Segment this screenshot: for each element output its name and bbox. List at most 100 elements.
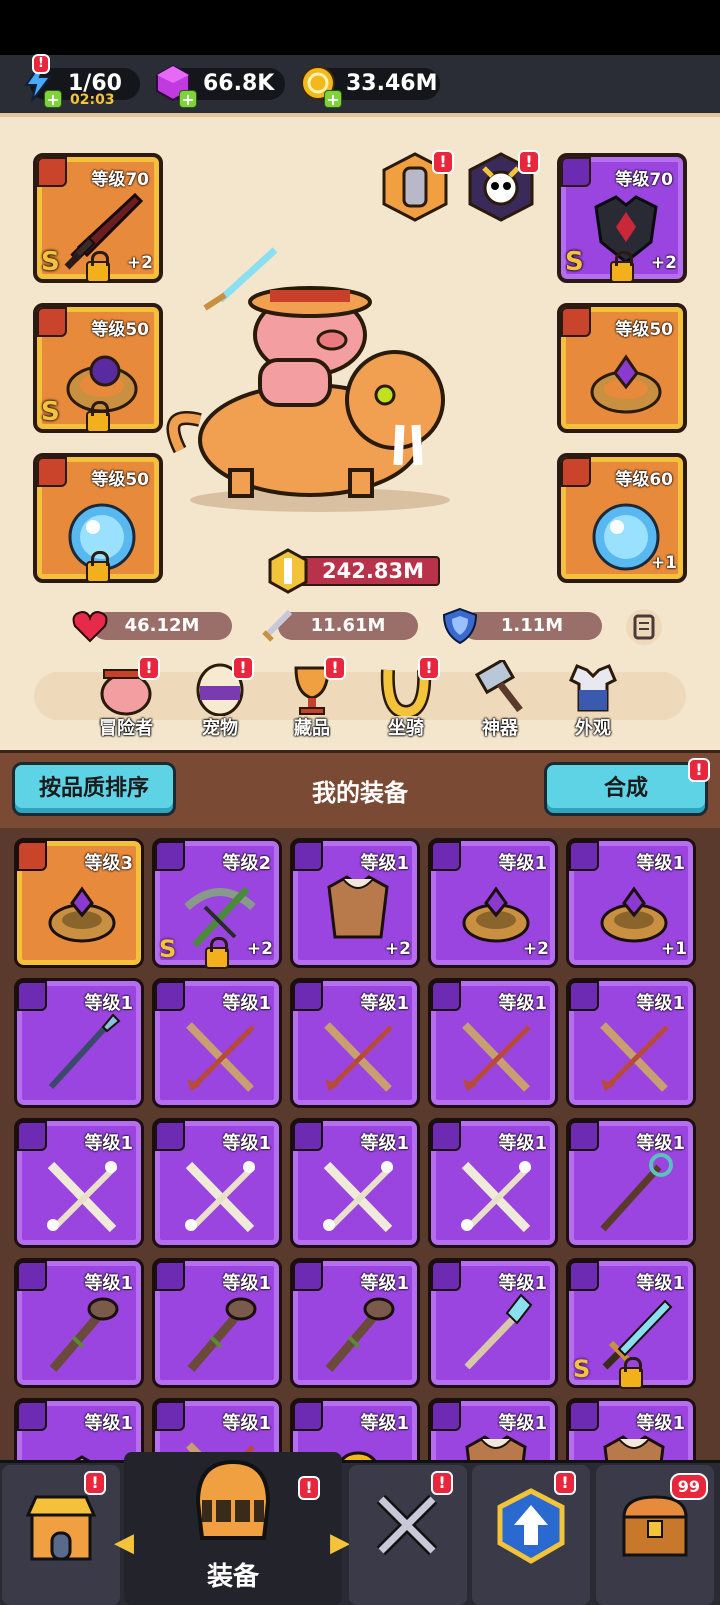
inventory-item[interactable]: 等级1 +2	[290, 838, 420, 968]
item-level: 等级1	[84, 1413, 133, 1434]
club-icon	[187, 1297, 257, 1372]
inventory-item[interactable]: 等级1	[290, 1118, 420, 1248]
defense-stat: 1.11M	[442, 607, 602, 645]
tab-equipment[interactable]: 装备 ◀ ▶ !	[114, 1452, 350, 1605]
tab-alert-badge: !	[298, 1476, 320, 1500]
tab-alert-badge: !	[431, 1471, 453, 1495]
lock-icon	[86, 251, 110, 283]
item-plus: +2	[246, 939, 273, 959]
equip-slot-armor[interactable]: 等级70 S +2	[557, 153, 687, 283]
item-level: 等级1	[498, 1133, 547, 1154]
inventory-item[interactable]: 等级1	[14, 1118, 144, 1248]
equip-slot-ring[interactable]: 等级50 S	[33, 303, 163, 433]
item-level: 等级1	[84, 993, 133, 1014]
gem-value: 66.8K	[203, 71, 275, 96]
item-level: 等级1	[360, 1133, 409, 1154]
nav-alert-badge: !	[138, 656, 160, 680]
nav-alert-badge: !	[324, 656, 346, 680]
inventory-item[interactable]: 等级1	[428, 1118, 558, 1248]
item-level: 等级1	[360, 1413, 409, 1434]
chevron-left-icon[interactable]: ◀	[114, 1528, 134, 1558]
equip-slot-weapon[interactable]: 等级70 S +2	[33, 153, 163, 283]
inventory-item[interactable]: 等级1	[290, 978, 420, 1108]
inventory-item[interactable]: 等级1	[566, 1398, 696, 1460]
item-level: 等级1	[222, 1133, 271, 1154]
nav-adventurer[interactable]: 冒险者 !	[86, 656, 166, 740]
item-level: 等级1	[222, 1273, 271, 1294]
lock-icon	[86, 551, 110, 583]
bow-icon	[600, 1022, 669, 1092]
nav-collection[interactable]: 藏品 !	[272, 656, 352, 740]
inventory-item[interactable]: 等级1	[152, 1118, 282, 1248]
inventory-item[interactable]: 等级1	[14, 1398, 144, 1460]
merge-button[interactable]: 合成	[544, 762, 708, 816]
chest-count-badge: 99	[669, 1473, 708, 1500]
hero-on-tiger-mount	[166, 247, 450, 512]
add-gems-button[interactable]: +	[179, 90, 197, 108]
nav-mount[interactable]: 坐骑 !	[366, 656, 446, 740]
item-level: 等级1	[636, 1133, 685, 1154]
inventory-item[interactable]: 等级1	[428, 1258, 558, 1388]
hp-value: 46.12M	[124, 615, 200, 636]
inventory-item[interactable]: 等级3	[14, 838, 144, 968]
lock-icon	[610, 251, 634, 283]
bonebow-icon	[47, 1161, 118, 1233]
equip-slot-necklace-2[interactable]: 等级60 +1	[557, 453, 687, 583]
item-level: 等级1	[84, 1133, 133, 1154]
club-icon	[49, 1297, 119, 1372]
nav-label: 冒险者	[99, 718, 153, 739]
equip-slot-ring-2[interactable]: 等级50	[557, 303, 687, 433]
inventory-item[interactable]: 等级1	[290, 1398, 420, 1460]
tab-upgrade[interactable]: !	[472, 1465, 590, 1605]
equip-slot-necklace[interactable]: 等级50	[33, 453, 163, 583]
nav-alert-badge: !	[232, 656, 254, 680]
add-gold-button[interactable]: +	[324, 90, 342, 108]
grade-s-label: S	[41, 397, 60, 427]
nav-appearance[interactable]: 外观	[553, 660, 633, 740]
tab-label: 装备	[206, 1562, 259, 1592]
item-plus: +2	[522, 939, 549, 959]
item-level: 等级2	[222, 853, 271, 874]
inventory-item[interactable]: 等级1	[566, 978, 696, 1108]
inventory-item[interactable]: 等级1	[428, 1398, 558, 1460]
inventory-item[interactable]: 等级1 +1	[566, 838, 696, 968]
grade-s-label: S	[565, 247, 584, 277]
bonebow-icon	[461, 1161, 532, 1233]
inventory-item[interactable]: 等级1	[152, 1258, 282, 1388]
nav-artifact[interactable]: 神器	[460, 660, 540, 740]
slot-plus: +2	[126, 253, 153, 273]
inventory-item[interactable]: 等级1	[14, 1258, 144, 1388]
inventory-item[interactable]: 等级1	[152, 978, 282, 1108]
inventory-item[interactable]: 等级2 S +2	[152, 838, 282, 969]
gem-counter[interactable]: 66.8K +	[156, 64, 285, 108]
tab-battle[interactable]: !	[349, 1465, 467, 1605]
inventory-item[interactable]: 等级1 +2	[428, 838, 558, 968]
inventory-item[interactable]: 等级1	[14, 978, 144, 1108]
nav-pet[interactable]: 宠物 !	[180, 656, 260, 740]
inventory-item[interactable]: 等级1	[290, 1258, 420, 1388]
item-level: 等级1	[636, 853, 685, 874]
item-level: 等级1	[222, 993, 271, 1014]
tab-treasure[interactable]: 99	[596, 1465, 714, 1605]
nav-label: 宠物	[202, 718, 238, 739]
tab-shop[interactable]: !	[2, 1465, 120, 1605]
item-level: 等级1	[84, 1273, 133, 1294]
inventory-item[interactable]: 等级1	[428, 978, 558, 1108]
bow-icon	[186, 1022, 255, 1092]
gold-counter[interactable]: 33.46M +	[301, 66, 440, 108]
attack-value: 11.61M	[310, 615, 386, 636]
item-level: 等级1	[498, 1413, 547, 1434]
chevron-right-icon[interactable]: ▶	[330, 1528, 350, 1558]
item-level: 等级1	[360, 993, 409, 1014]
stats-detail-icon[interactable]	[624, 607, 664, 647]
add-energy-button[interactable]: +	[44, 90, 62, 108]
item-level: 等级1	[498, 993, 547, 1014]
ring-icon	[48, 886, 116, 943]
crossed-swords-icon	[376, 1494, 438, 1556]
inventory-item[interactable]: 等级1	[152, 1398, 282, 1460]
sort-by-quality-button[interactable]: 按品质排序	[12, 762, 176, 816]
inventory-item[interactable]: 等级1 S	[566, 1258, 696, 1389]
inventory-item[interactable]: 等级1	[566, 1118, 696, 1248]
bonebow-icon	[185, 1161, 256, 1233]
lock-icon	[86, 401, 110, 433]
